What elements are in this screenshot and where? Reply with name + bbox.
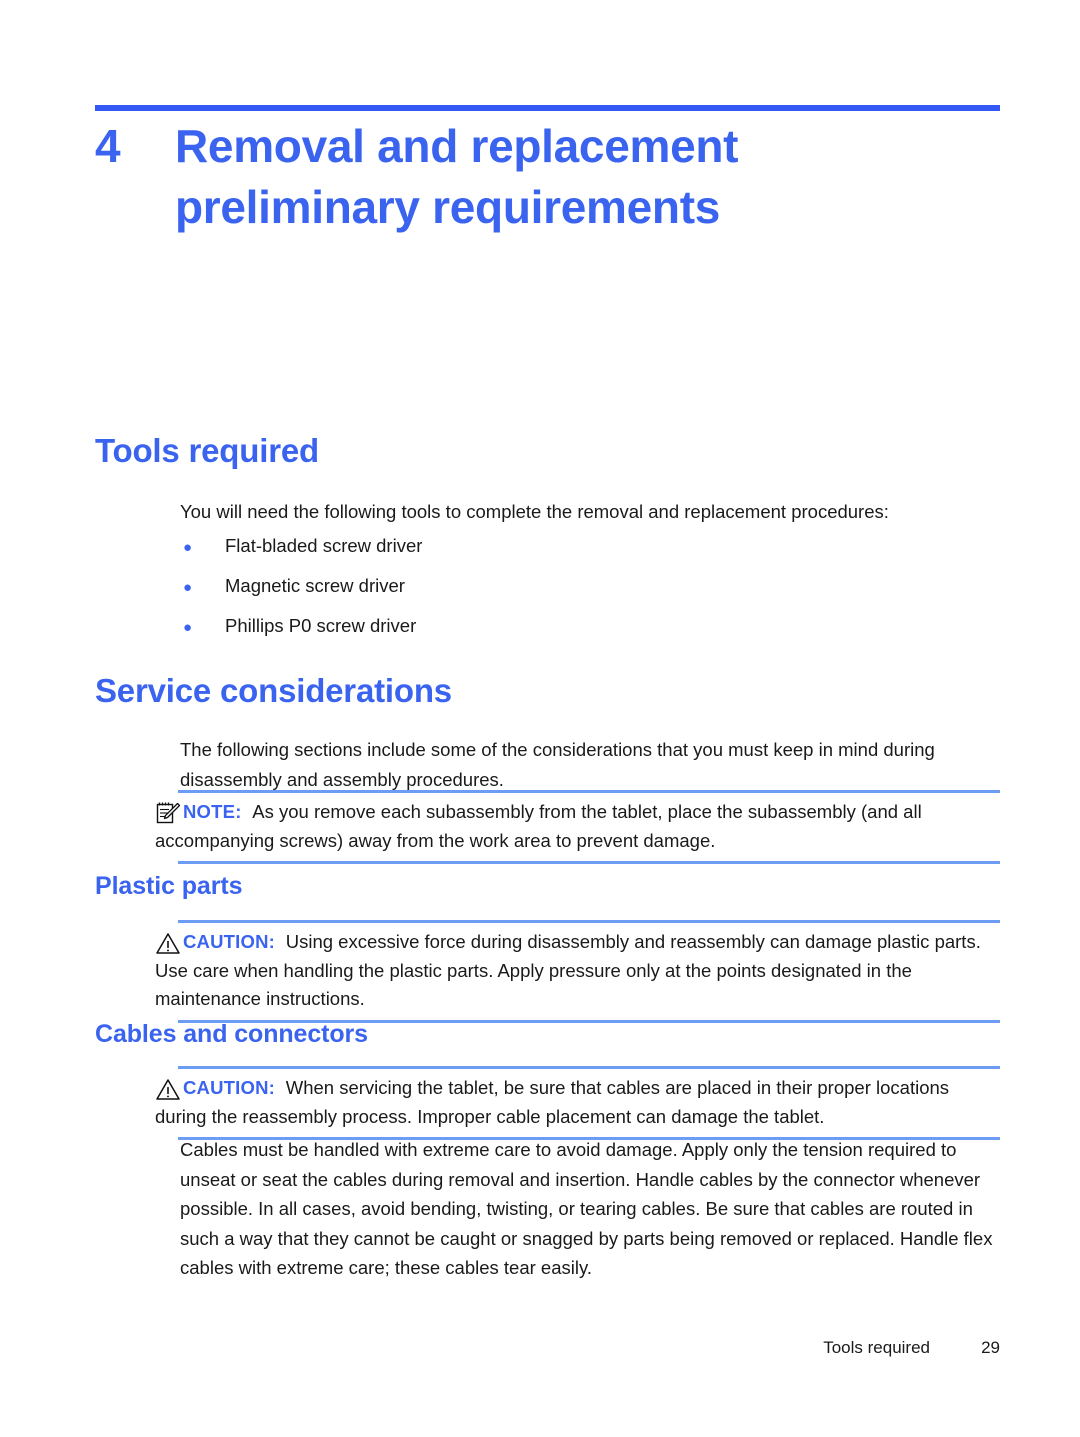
- list-item: ● Magnetic screw driver: [180, 575, 1000, 615]
- list-item-label: Magnetic screw driver: [225, 575, 405, 596]
- note-rule-bottom: [178, 861, 1000, 865]
- page-footer: Tools required 29: [95, 1338, 1000, 1358]
- caution-keyword: CAUTION:: [183, 931, 276, 952]
- footer-section-title: Tools required: [823, 1338, 930, 1357]
- note-pad-pencil-icon: [155, 800, 181, 826]
- chapter-title-text: Removal and replacement preliminary requ…: [175, 120, 739, 233]
- list-item: ● Flat-bladed screw driver: [180, 535, 1000, 575]
- caution-keyword: CAUTION:: [183, 1077, 276, 1098]
- service-considerations-intro: The following sections include some of t…: [180, 739, 935, 790]
- heading-plastic-parts: Plastic parts: [95, 872, 243, 900]
- footer-page-number: 29: [981, 1338, 1000, 1357]
- heading-service-considerations: Service considerations: [95, 672, 452, 709]
- list-item-label: Phillips P0 screw driver: [225, 615, 417, 636]
- note-body: NOTE: As you remove each subassembly from…: [155, 790, 1000, 864]
- document-page: 4 Removal and replacement preliminary re…: [0, 0, 1080, 1437]
- bullet-dot-icon: ●: [183, 619, 193, 636]
- cables-caution-admonition: CAUTION: When servicing the tablet, be su…: [155, 1066, 1000, 1141]
- tools-required-intro: You will need the following tools to com…: [180, 501, 889, 522]
- warning-triangle-icon: [155, 1076, 181, 1102]
- chapter-header-rule: [95, 105, 1000, 111]
- cables-and-connectors-body: Cables must be handled with extreme care…: [180, 1139, 993, 1279]
- heading-cables-and-connectors: Cables and connectors: [95, 1020, 368, 1048]
- caution-body: CAUTION: Using excessive force during dis…: [155, 920, 1000, 1023]
- note-admonition: NOTE: As you remove each subassembly from…: [155, 790, 1000, 865]
- plastic-parts-caution-admonition: CAUTION: Using excessive force during dis…: [155, 920, 1000, 1024]
- warning-triangle-icon: [155, 930, 181, 956]
- caution-body: CAUTION: When servicing the tablet, be su…: [155, 1066, 1000, 1140]
- chapter-number: 4: [95, 120, 121, 172]
- list-item-label: Flat-bladed screw driver: [225, 535, 423, 556]
- bullet-dot-icon: ●: [183, 539, 193, 556]
- chapter-title: 4 Removal and replacement preliminary re…: [95, 116, 1005, 237]
- tools-required-bullet-list: ● Flat-bladed screw driver ● Magnetic sc…: [180, 535, 1000, 655]
- bullet-dot-icon: ●: [183, 579, 193, 596]
- heading-tools-required: Tools required: [95, 432, 319, 469]
- list-item: ● Phillips P0 screw driver: [180, 615, 1000, 655]
- note-keyword: NOTE:: [183, 801, 242, 822]
- note-text: As you remove each subassembly from the …: [155, 801, 922, 851]
